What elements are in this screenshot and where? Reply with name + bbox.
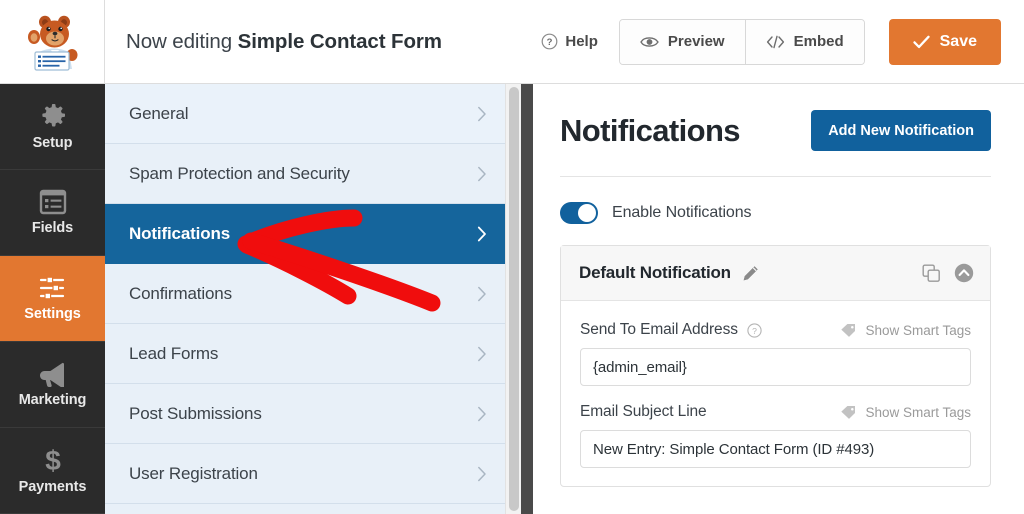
- email-subject-label: Email Subject Line: [580, 403, 707, 420]
- sidebar-item-marketing[interactable]: Marketing: [0, 342, 105, 428]
- send-to-email-label: Send To Email Address: [580, 321, 738, 338]
- header-divider: [560, 176, 991, 177]
- show-smart-tags-label: Show Smart Tags: [865, 322, 971, 338]
- sidebar-item-fields[interactable]: Fields: [0, 170, 105, 256]
- sliders-icon: [39, 276, 64, 300]
- settings-menu-item-general[interactable]: General: [105, 84, 505, 144]
- settings-menu-panel: General Spam Protection and Security Not…: [105, 84, 505, 514]
- settings-menu-item-label: General: [129, 103, 189, 123]
- code-brackets-icon: [766, 35, 784, 48]
- sidebar-item-label: Settings: [24, 306, 81, 322]
- send-to-email-label-row: Send To Email Address ? Show Smart Tags: [580, 321, 971, 339]
- sidebar-item-settings[interactable]: Settings: [0, 256, 105, 342]
- builder-sidebar-rail: Setup Fields Settings Marketing $ Paymen…: [0, 84, 105, 514]
- page-title-form-name: Simple Contact Form: [237, 29, 442, 53]
- notifications-heading: Notifications: [560, 112, 741, 148]
- settings-menu-item-partial[interactable]: [105, 504, 505, 514]
- settings-menu-item-notifications[interactable]: Notifications: [105, 204, 505, 264]
- notification-card-body: Send To Email Address ? Show Smart Tags: [561, 301, 990, 486]
- svg-text:$: $: [45, 446, 61, 474]
- duplicate-icon[interactable]: [922, 264, 941, 283]
- settings-menu-item-spam-protection-and-security[interactable]: Spam Protection and Security: [105, 144, 505, 204]
- notification-card: Default Notification Send To Email Addre…: [560, 245, 991, 487]
- notifications-header: Notifications Add New Notification: [560, 84, 991, 151]
- question-circle-icon[interactable]: ?: [747, 322, 762, 338]
- preview-label: Preview: [667, 33, 725, 50]
- chevron-right-icon: [478, 106, 486, 121]
- settings-menu-item-label: Notifications: [129, 223, 230, 243]
- settings-menu-item-user-registration[interactable]: User Registration: [105, 444, 505, 504]
- show-smart-tags-send-to-email[interactable]: Show Smart Tags: [840, 323, 971, 338]
- settings-menu-item-label: Confirmations: [129, 283, 232, 303]
- show-smart-tags-email-subject[interactable]: Show Smart Tags: [840, 405, 971, 420]
- app-logo[interactable]: [0, 0, 105, 84]
- sidebar-item-label: Setup: [32, 135, 73, 151]
- embed-button[interactable]: Embed: [744, 19, 864, 64]
- sidebar-item-payments[interactable]: $ Payments: [0, 428, 105, 514]
- settings-panel-scrollbar-thumb[interactable]: [509, 87, 519, 511]
- settings-menu-item-confirmations[interactable]: Confirmations: [105, 264, 505, 324]
- check-icon: [912, 35, 930, 48]
- notification-card-actions: [922, 263, 974, 283]
- send-to-email-input[interactable]: [580, 348, 971, 386]
- sidebar-item-setup[interactable]: Setup: [0, 84, 105, 170]
- chevron-right-icon: [477, 226, 486, 241]
- settings-menu-item-label: Lead Forms: [129, 343, 219, 363]
- show-smart-tags-label: Show Smart Tags: [865, 404, 971, 420]
- toggle-knob: [578, 204, 596, 222]
- notification-card-header: Default Notification: [561, 246, 990, 301]
- field-spacer: [580, 386, 971, 403]
- settings-panel-scrollbar[interactable]: [505, 84, 521, 514]
- page-title-prefix: Now editing: [126, 29, 238, 53]
- embed-label: Embed: [793, 33, 844, 50]
- notification-card-title: Default Notification: [579, 263, 731, 282]
- megaphone-icon: [39, 362, 64, 387]
- enable-notifications-row: Enable Notifications: [560, 202, 991, 224]
- eye-icon: [640, 36, 659, 47]
- chevron-right-icon: [478, 286, 486, 301]
- question-circle-icon: ?: [541, 33, 558, 50]
- save-label: Save: [939, 32, 977, 50]
- tag-icon: [841, 405, 856, 419]
- settings-menu-item-lead-forms[interactable]: Lead Forms: [105, 324, 505, 384]
- email-subject-label-row: Email Subject Line Show Smart Tags: [580, 403, 971, 421]
- dollar-sign-icon: $: [45, 446, 61, 474]
- settings-menu-item-post-submissions[interactable]: Post Submissions: [105, 384, 505, 444]
- tag-icon: [841, 323, 856, 337]
- settings-menu-item-label: Spam Protection and Security: [129, 163, 350, 183]
- chevron-right-icon: [478, 466, 486, 481]
- top-toolbar: Now editing Simple Contact Form ? Help P…: [0, 0, 1024, 84]
- save-button[interactable]: Save: [888, 18, 1001, 65]
- preview-button[interactable]: Preview: [619, 19, 745, 64]
- add-new-notification-button[interactable]: Add New Notification: [811, 110, 991, 151]
- sidebar-item-label: Fields: [31, 220, 74, 236]
- sidebar-item-label: Marketing: [18, 392, 87, 408]
- svg-text:?: ?: [752, 325, 757, 335]
- svg-text:?: ?: [547, 37, 553, 48]
- email-subject-input[interactable]: [580, 430, 971, 468]
- builder-scrollbar[interactable]: [521, 84, 533, 514]
- chevron-up-circle-icon[interactable]: [954, 263, 974, 283]
- chevron-right-icon: [478, 166, 486, 181]
- list-box-icon: [39, 189, 66, 215]
- chevron-right-icon: [478, 406, 486, 421]
- chevron-right-icon: [478, 346, 486, 361]
- help-label: Help: [565, 33, 598, 50]
- builder-scrollbar-thumb[interactable]: [521, 84, 533, 514]
- notifications-content-panel: Notifications Add New Notification Enabl…: [533, 84, 1024, 514]
- enable-notifications-label: Enable Notifications: [612, 204, 752, 221]
- enable-notifications-toggle[interactable]: [560, 202, 598, 224]
- settings-menu-item-label: Post Submissions: [129, 403, 262, 423]
- gear-icon: [41, 103, 65, 127]
- page-title: Now editing Simple Contact Form: [126, 30, 442, 54]
- pencil-icon[interactable]: [742, 265, 759, 282]
- help-button[interactable]: ? Help: [541, 33, 598, 50]
- toolbar-actions: ? Help Preview Embed Save: [541, 18, 1024, 65]
- preview-embed-button-group: Preview Embed: [618, 18, 865, 65]
- sidebar-item-label: Payments: [18, 479, 87, 495]
- settings-menu-item-label: User Registration: [129, 463, 258, 483]
- wpforms-form-builder: Now editing Simple Contact Form ? Help P…: [0, 0, 1024, 514]
- wpforms-mascot-bear-icon: [28, 15, 78, 71]
